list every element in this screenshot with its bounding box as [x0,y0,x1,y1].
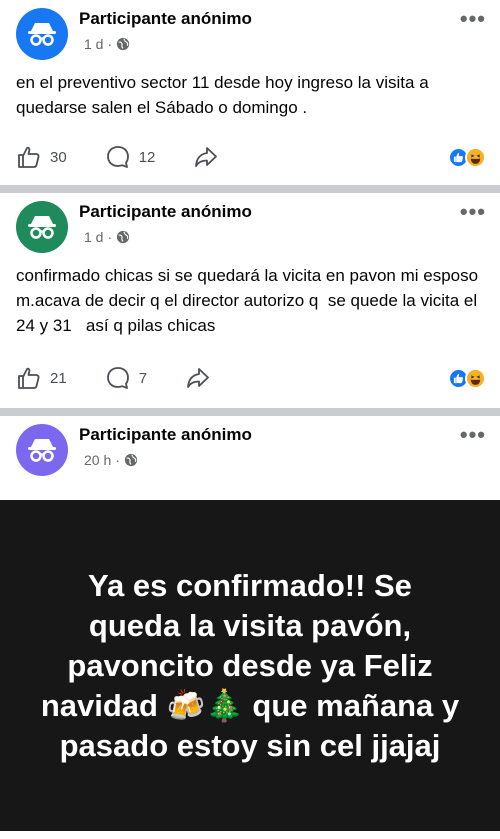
globe-icon [124,453,138,467]
post-text: Ya es confirmado!! Se queda la visita pa… [40,567,460,763]
comment-button[interactable]: 12 [105,144,156,170]
post-3: Participante anónimo 20 h · ••• Ya es co… [0,416,500,839]
post-actions: 30 12 [16,142,486,172]
incognito-icon[interactable] [16,8,68,60]
incognito-icon[interactable] [16,201,68,253]
comment-icon [106,367,129,389]
text-background-panel: Ya es confirmado!! Se queda la visita pa… [0,500,500,831]
separator: · [107,36,113,52]
separator: · [107,229,113,245]
like-button[interactable]: 30 [16,144,67,170]
share-icon [187,368,209,388]
like-count: 21 [50,369,67,387]
comment-count: 7 [138,369,148,387]
haha-reaction-icon [465,367,486,389]
separator: · [115,452,120,468]
thumbs-up-icon [18,367,40,389]
more-options-icon[interactable]: ••• [460,422,486,448]
comment-count: 12 [138,148,156,166]
post-meta: 20 h · [84,452,138,468]
comment-button[interactable]: 7 [105,365,147,391]
reactions[interactable] [448,367,486,389]
globe-icon [117,37,130,51]
reactions[interactable] [448,146,486,168]
author-name[interactable]: Participante anónimo [79,9,252,29]
haha-reaction-icon [465,146,486,168]
post-meta: 1 d · [84,229,130,245]
post-1: Participante anónimo 1 d · ••• en el pre… [0,0,500,185]
more-options-icon[interactable]: ••• [460,6,486,32]
share-button[interactable] [193,144,219,170]
post-actions: 21 7 [16,363,486,393]
more-options-icon[interactable]: ••• [460,199,486,225]
post-meta: 1 d · [84,36,130,52]
thumbs-up-icon [18,146,40,168]
share-button[interactable] [185,365,211,391]
post-time[interactable]: 20 h [84,452,111,468]
share-icon [195,147,218,167]
post-time[interactable]: 1 d [84,229,103,245]
post-time[interactable]: 1 d [84,36,103,52]
like-button[interactable]: 21 [16,365,67,391]
like-count: 30 [50,148,67,166]
globe-icon [117,230,130,244]
post-text: confirmado chicas si se quedará la vicit… [16,266,483,335]
post-2: Participante anónimo 1 d · ••• confirmad… [0,193,500,408]
post-text: en el preventivo sector 11 desde hoy ing… [16,73,434,117]
author-name[interactable]: Participante anónimo [79,202,252,222]
incognito-icon[interactable] [16,424,68,476]
comment-icon [106,146,129,168]
author-name[interactable]: Participante anónimo [79,425,252,445]
